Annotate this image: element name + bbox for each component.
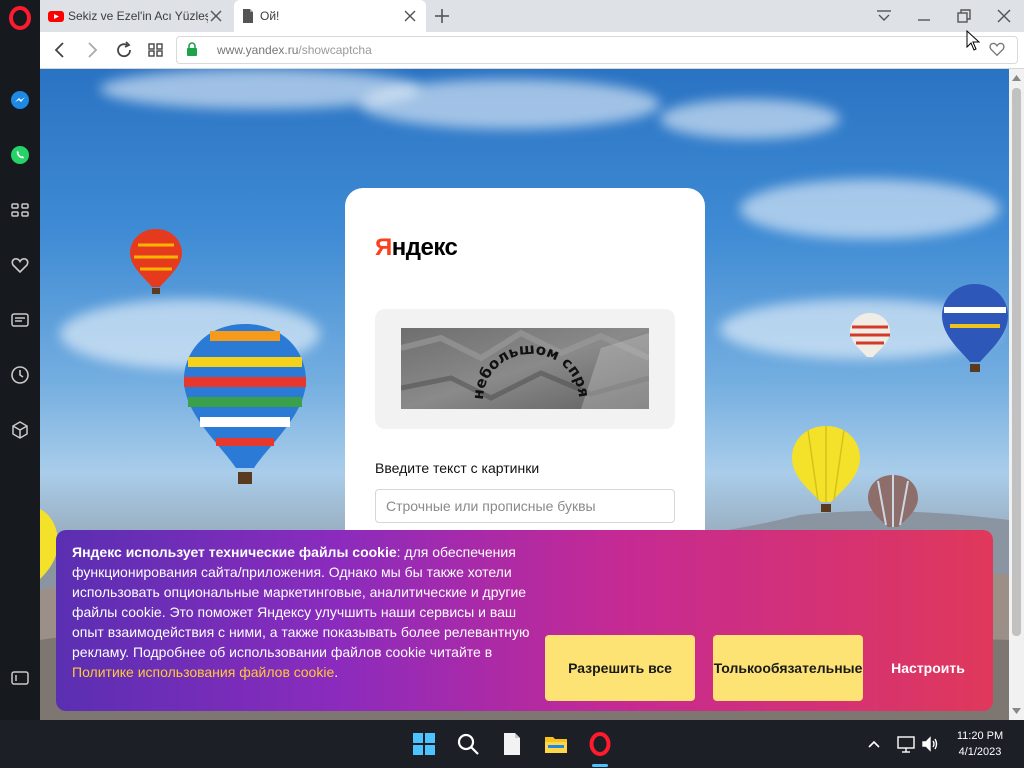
bookmark-heart-icon[interactable] — [988, 40, 1006, 58]
opera-sidebar — [0, 0, 40, 720]
network-icon[interactable] — [896, 734, 916, 754]
news-icon[interactable] — [10, 310, 30, 330]
close-window-icon[interactable] — [994, 6, 1014, 26]
cloud — [660, 99, 840, 139]
url-domain: www.yandex.ru — [217, 43, 299, 57]
notepad-icon[interactable] — [500, 732, 524, 756]
speed-dial-icon[interactable] — [10, 200, 30, 220]
scroll-up-icon[interactable] — [1011, 73, 1022, 83]
close-tab-icon[interactable] — [402, 8, 418, 24]
active-app-indicator — [592, 764, 608, 767]
navigation-bar: www.yandex.ru/showcaptcha — [40, 32, 1024, 69]
tab-overview-icon[interactable] — [146, 40, 166, 60]
captcha-label: Введите текст с картинки — [375, 460, 540, 476]
minimize-icon[interactable] — [914, 6, 934, 26]
hot-air-balloon-image — [942, 284, 1008, 372]
new-tab-icon[interactable] — [432, 6, 452, 26]
youtube-icon — [48, 11, 64, 22]
cookie-banner: Яндекс использует технические файлы cook… — [56, 530, 993, 711]
scroll-down-icon[interactable] — [1011, 706, 1022, 716]
reload-icon[interactable] — [114, 40, 134, 60]
opera-logo-icon[interactable] — [8, 6, 32, 30]
scrollbar-thumb[interactable] — [1012, 88, 1021, 636]
cookie-body: : для обеспечения функционирования сайта… — [72, 544, 530, 660]
yandex-logo[interactable]: Яндекс — [375, 234, 458, 262]
close-tab-icon[interactable] — [208, 8, 224, 24]
tab-title: Sekiz ve Ezel'in Acı Yüzleşm — [68, 9, 208, 23]
tab-menu-icon[interactable] — [874, 6, 894, 26]
url-path: /showcaptcha — [298, 43, 372, 57]
cookie-bold-lead: Яндекс использует технические файлы cook… — [72, 544, 397, 560]
file-explorer-icon[interactable] — [544, 732, 568, 756]
clock-time: 11:20 PM — [956, 730, 1004, 742]
url-text: www.yandex.ru/showcaptcha — [217, 43, 372, 57]
captcha-image-container: небольшом спрятаны — [375, 309, 675, 429]
extensions-icon[interactable] — [10, 420, 30, 440]
opera-browser-icon[interactable] — [588, 732, 612, 756]
tab-title: Ой! — [260, 9, 280, 23]
forward-icon[interactable] — [82, 40, 102, 60]
back-icon[interactable] — [50, 40, 70, 60]
tab-captcha[interactable]: Ой! — [234, 0, 426, 32]
hot-air-balloon-image — [130, 229, 182, 294]
required-only-line1: Только — [713, 660, 763, 676]
clock-date: 4/1/2023 — [958, 746, 1002, 758]
hot-air-balloon-image — [184, 324, 306, 484]
required-only-line2: обязательные — [762, 660, 863, 676]
messenger-icon[interactable] — [10, 90, 30, 110]
history-icon[interactable] — [10, 365, 30, 385]
cookie-message: Яндекс использует технические файлы cook… — [72, 542, 534, 682]
cookie-policy-link[interactable]: Политике использования файлов cookie — [72, 664, 334, 680]
lock-icon[interactable] — [185, 42, 199, 56]
cloud — [360, 79, 660, 129]
captcha-image: небольшом спрятаны — [401, 328, 649, 409]
windows-taskbar: 11:20 PM 4/1/2023 — [0, 720, 1024, 768]
hot-air-balloon-image — [868, 475, 918, 527]
configure-button[interactable]: Настроить — [878, 635, 978, 701]
required-only-button[interactable]: Только обязательные — [713, 635, 863, 701]
volume-icon[interactable] — [920, 734, 940, 754]
address-bar[interactable]: www.yandex.ru/showcaptcha — [176, 36, 1018, 64]
cookie-end: . — [334, 664, 339, 680]
hot-air-balloon-image — [850, 313, 890, 357]
cloud — [740, 179, 1000, 239]
allow-all-button[interactable]: Разрешить все — [545, 635, 695, 701]
hot-air-balloon-image — [792, 426, 860, 512]
document-icon — [243, 9, 253, 23]
tab-youtube[interactable]: Sekiz ve Ezel'in Acı Yüzleşm — [42, 0, 232, 32]
restore-icon[interactable] — [954, 6, 974, 26]
windows-start-icon[interactable] — [412, 732, 436, 756]
system-clock[interactable]: 11:20 PM 4/1/2023 — [950, 728, 1010, 760]
whatsapp-icon[interactable] — [10, 145, 30, 165]
heart-icon[interactable] — [10, 255, 30, 275]
sidebar-toggle-icon[interactable] — [10, 668, 30, 688]
captcha-input[interactable] — [375, 489, 675, 523]
tab-bar: Sekiz ve Ezel'in Acı Yüzleşm Ой! — [40, 0, 1024, 32]
search-icon[interactable] — [456, 732, 480, 756]
chevron-up-icon[interactable] — [864, 734, 884, 754]
mouse-cursor-icon — [966, 30, 981, 51]
